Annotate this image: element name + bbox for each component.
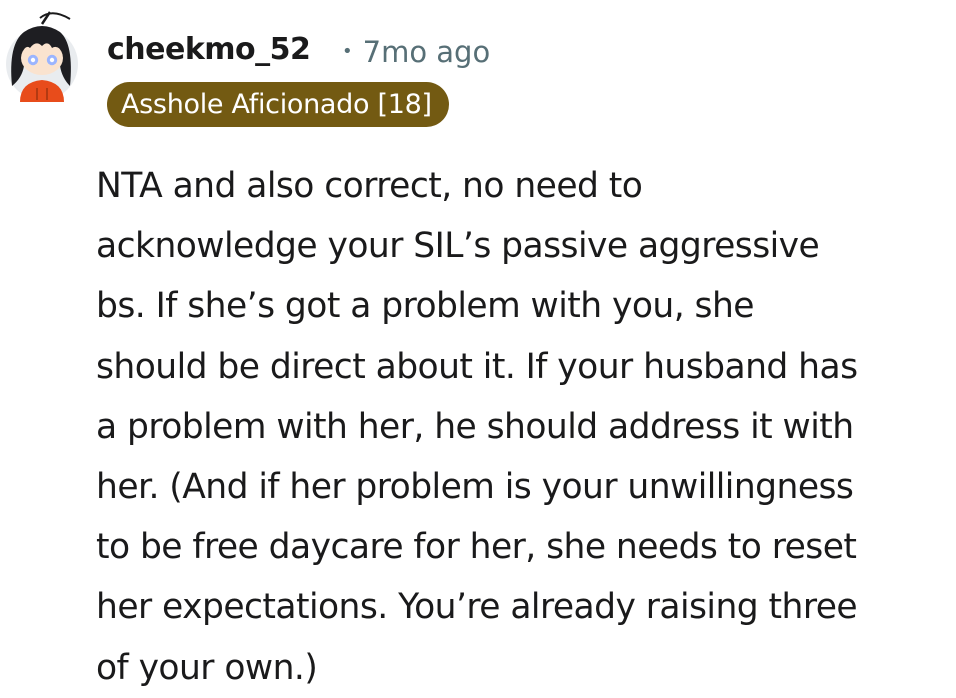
comment-body-line: NTA and also correct, no need to	[96, 166, 643, 206]
meta-separator: •	[342, 41, 353, 62]
comment-body-line: bs. If she’s got a problem with you, she	[96, 286, 755, 327]
user-avatar-icon[interactable]	[2, 4, 82, 114]
comment-body-line: her. (And if her problem is your unwilli…	[96, 467, 854, 508]
comment-meta: • 7mo ago	[342, 32, 490, 77]
comment-body-line: her expectations. You’re already raising…	[96, 587, 858, 628]
comment-body-line: acknowledge your SIL’s passive aggressiv…	[96, 226, 820, 267]
comment-body-line: to be free daycare for her, she needs to…	[96, 527, 857, 568]
comment-body-line: should be direct about it. If your husba…	[96, 346, 858, 387]
comment-body-line: a problem with her, he should address it…	[96, 406, 854, 447]
comment-author[interactable]: cheekmo_52	[107, 30, 311, 70]
user-flair-badge: Asshole Aficionado [18]	[107, 82, 449, 127]
comment-body: NTA and also correct, no need to acknowl…	[96, 156, 946, 698]
comment-timestamp[interactable]: 7mo ago	[363, 35, 491, 69]
comment: cheekmo_52 • 7mo ago Asshole Aficionado […	[0, 0, 956, 689]
